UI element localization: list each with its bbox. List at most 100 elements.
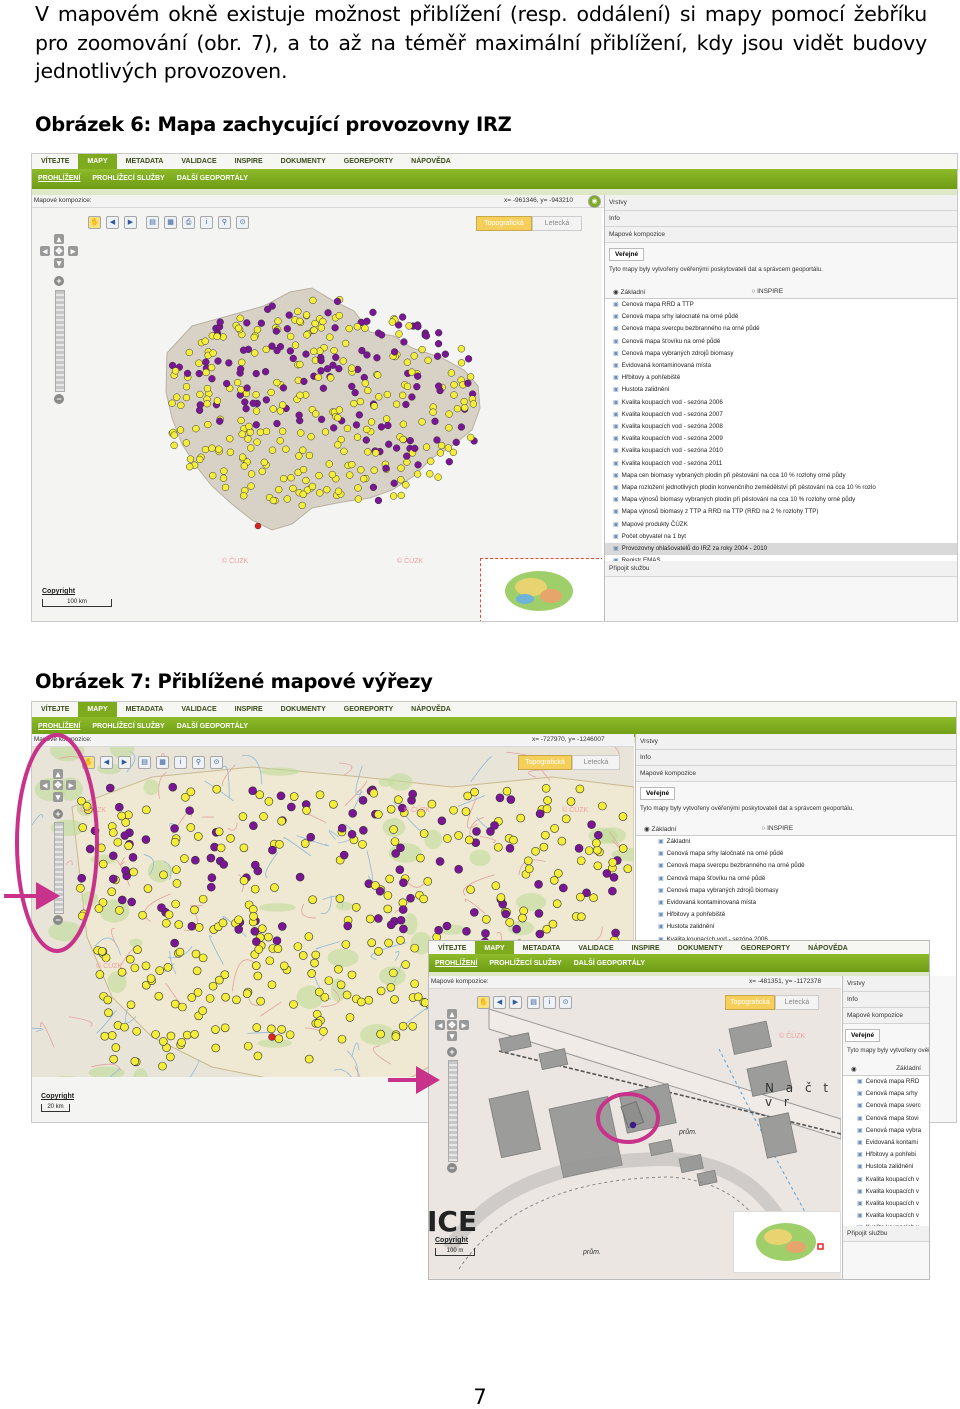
layer-item[interactable]: Mapa rozložení jednotlivých plodin konve… (605, 482, 957, 494)
layer-item[interactable]: Provozovny ohlašovatelů do IRZ za roky 2… (605, 543, 957, 556)
panel-layers[interactable]: Vrstvy (605, 195, 957, 211)
back-arrow-icon[interactable]: ◀ (493, 996, 506, 1009)
nav-help[interactable]: NÁPOVĚDA (799, 941, 857, 954)
layer-item[interactable]: Kvalita koupacích v (849, 1198, 929, 1210)
subnav-browse[interactable]: PROHLÍŽENÍ (429, 954, 483, 972)
layer-item[interactable]: Mapové produkty ČÚZK (605, 519, 957, 531)
layer-item[interactable]: Kvalita koupacích vod - sezóna 2010 (605, 445, 957, 457)
measure-icon[interactable]: ▤ (138, 756, 151, 769)
pan-left-icon[interactable]: ◂ (40, 780, 50, 790)
layer-item[interactable]: Hřbitovy a pohřebi (849, 1149, 929, 1161)
layer-item[interactable]: Cenová mapa RRD a TTP (605, 299, 957, 311)
basemap-aerial[interactable]: Letecká (572, 755, 620, 770)
search-icon[interactable]: ⊙ (210, 756, 223, 769)
nav-maps[interactable]: MAPY (78, 702, 117, 717)
nav-georeports[interactable]: GEOREPORTY (335, 154, 402, 169)
overview-map[interactable] (733, 1211, 841, 1273)
layer-item[interactable]: Cenová mapa vybra (849, 1125, 929, 1137)
map-view[interactable]: ✋ ◀ ▶ ▤ ▦ ⎙ i ⚲ ⊙ Topografická Letecká ▴… (32, 208, 602, 621)
pan-hand-icon[interactable]: ✋ (477, 996, 490, 1009)
pan-up-icon[interactable]: ▴ (53, 769, 63, 779)
nav-documents[interactable]: DOKUMENTY (272, 702, 335, 717)
layer-item[interactable]: Evidovaná kontaminovaná místa (605, 360, 957, 372)
panel-map-compositions[interactable]: Mapové kompozice (605, 227, 957, 243)
nav-metadata[interactable]: METADATA (117, 702, 173, 717)
layer-item[interactable]: Kvalita koupacích vod - sezóna 2007 (605, 409, 957, 421)
layer-item[interactable]: Cenová mapa sverc (849, 1100, 929, 1112)
info-icon[interactable]: i (543, 996, 556, 1009)
forward-arrow-icon[interactable]: ▶ (118, 756, 131, 769)
layer-item[interactable]: Cenová mapa svercpu bezbranného na orné … (650, 860, 956, 872)
pan-left-icon[interactable]: ◂ (435, 1020, 445, 1030)
layer-item[interactable]: Počet obyvatel na 1 byt (605, 531, 957, 543)
layer-item[interactable]: Evidovaná kontaminovaná místa (650, 897, 956, 909)
forward-arrow-icon[interactable]: ▶ (509, 996, 522, 1009)
subnav-view-services[interactable]: PROHLÍŽECÍ SLUŽBY (86, 169, 170, 189)
pan-right-icon[interactable]: ▸ (459, 1020, 469, 1030)
zoom-in-button[interactable]: + (447, 1047, 457, 1057)
nav-validation[interactable]: VALIDACE (172, 154, 225, 169)
nav-help[interactable]: NÁPOVĚDA (402, 154, 460, 169)
nav-georeports[interactable]: GEOREPORTY (335, 702, 402, 717)
pan-down-icon[interactable]: ▾ (53, 792, 63, 802)
nav-welcome[interactable]: VÍTEJTE (32, 702, 78, 717)
nav-welcome[interactable]: VÍTEJTE (32, 154, 78, 169)
overview-map[interactable] (480, 558, 602, 621)
pan-up-icon[interactable]: ▴ (447, 1009, 457, 1019)
tab-public[interactable]: Veřejné (640, 787, 676, 800)
area-icon[interactable]: ▦ (156, 756, 169, 769)
pan-down-icon[interactable]: ▾ (447, 1031, 457, 1041)
nav-georeports[interactable]: GEOREPORTY (732, 941, 799, 954)
layer-item[interactable]: Cenová mapa vybraných zdrojů biomasy (605, 348, 957, 360)
nav-welcome[interactable]: VÍTEJTE (429, 941, 475, 954)
layer-item[interactable]: Mapa cen biomasy vybraných plodin při pě… (605, 470, 957, 482)
nav-metadata[interactable]: METADATA (514, 941, 570, 954)
pan-center-icon[interactable]: ✥ (53, 780, 63, 790)
nav-maps[interactable]: MAPY (475, 941, 514, 954)
connect-service-link[interactable]: Připojit službu (843, 1226, 929, 1242)
layer-item[interactable]: Cenová mapa vybraných zdrojů biomasy (650, 885, 956, 897)
layer-item[interactable]: Kvalita koupacích v (849, 1174, 929, 1186)
panel-info[interactable]: Info (636, 750, 956, 766)
nav-documents[interactable]: DOKUMENTY (669, 941, 732, 954)
copyright-link[interactable]: Copyright (41, 1093, 74, 1100)
tab-public[interactable]: Veřejné (845, 1029, 881, 1042)
layer-item[interactable]: Cenová mapa šťovíku na orné půdě (650, 873, 956, 885)
layer-item[interactable]: Kvalita koupacích v (849, 1210, 929, 1222)
nav-help[interactable]: NÁPOVĚDA (402, 702, 460, 717)
pan-hand-icon[interactable]: ✋ (82, 756, 95, 769)
copyright-link[interactable]: Copyright (435, 1237, 468, 1244)
nav-documents[interactable]: DOKUMENTY (272, 154, 335, 169)
zoom-ladder[interactable] (54, 822, 64, 914)
basemap-topographic[interactable]: Topografická (725, 995, 775, 1010)
layer-item[interactable]: Mapa výnosů biomasy vybraných plodin při… (605, 494, 957, 506)
tab-public[interactable]: Veřejné (609, 248, 645, 261)
globe-icon[interactable]: ◉ (588, 195, 601, 208)
panel-info[interactable]: Info (843, 992, 929, 1008)
radio-inspire[interactable]: ○ INSPIRE (751, 288, 783, 296)
panel-info[interactable]: Info (605, 211, 957, 227)
info-icon[interactable]: i (174, 756, 187, 769)
layer-item[interactable]: Hustota zalidnění (605, 384, 957, 396)
basemap-topographic[interactable]: Topografická (518, 755, 572, 770)
layer-item[interactable]: Cenová mapa svercpu bezbranného na orné … (605, 323, 957, 335)
layer-item[interactable]: Kvalita koupacích vod - sezóna 2011 (605, 458, 957, 470)
search-icon[interactable]: ⊙ (559, 996, 572, 1009)
layer-item[interactable]: Kvalita koupacích vod - sezóna 2006 (605, 397, 957, 409)
panel-map-compositions[interactable]: Mapové kompozice (843, 1008, 929, 1024)
zoom-in-button[interactable]: + (53, 809, 63, 819)
map-view[interactable]: ✋ ◀ ▶ ▤ i ⊙ Topografická Letecká ▴ ◂ ✥ ▸… (429, 989, 841, 1279)
layer-item[interactable]: Kvalita koupacích v (849, 1186, 929, 1198)
layer-item[interactable]: Hřbitovy a pohřebiště (605, 372, 957, 384)
measure-icon[interactable]: ▤ (527, 996, 540, 1009)
connect-service-link[interactable]: Připojit službu (605, 561, 957, 577)
layer-item[interactable]: Cenová mapa srhy lalocnaté na orné půdě (605, 311, 957, 323)
layer-item[interactable]: Evidovaná kontami (849, 1137, 929, 1149)
layer-item[interactable]: Cenová mapa šťovíku na orné půdě (605, 336, 957, 348)
layer-item[interactable]: Hustota zalidnění (650, 921, 956, 933)
subnav-other-geoportals[interactable]: DALŠÍ GEOPORTÁLY (171, 169, 254, 189)
radio-basic[interactable]: ◉ Základní (613, 288, 645, 296)
layer-item[interactable]: Mapa výnosů biomasy z TTP a RRD na TTP (… (605, 506, 957, 518)
nav-metadata[interactable]: METADATA (117, 154, 173, 169)
back-arrow-icon[interactable]: ◀ (100, 756, 113, 769)
